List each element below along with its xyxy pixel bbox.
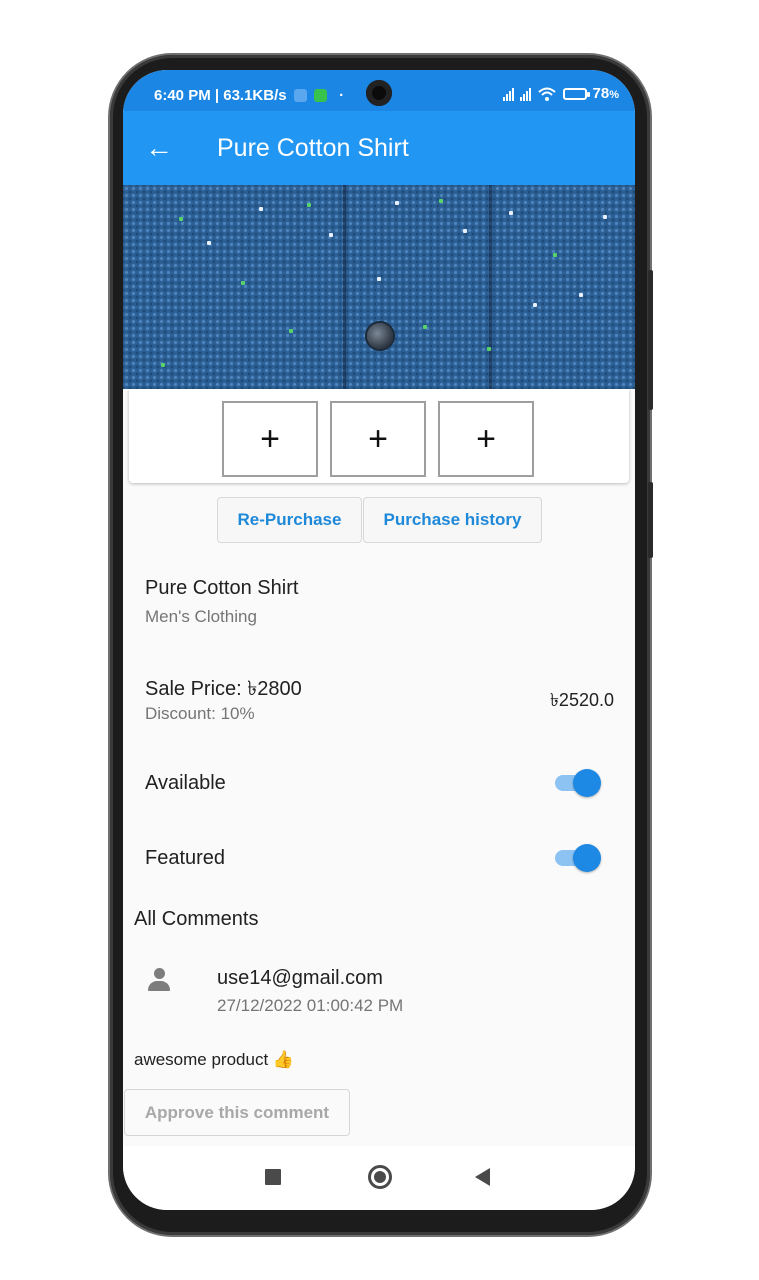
add-image-slot[interactable]: + — [330, 401, 426, 477]
status-right: 78% — [502, 85, 619, 102]
battery-charging-icon — [562, 87, 590, 100]
time-and-speed: 6:40 PM | 63.1KB/s — [154, 87, 287, 104]
recents-icon[interactable] — [265, 1169, 281, 1185]
battery-level: 78% — [592, 85, 619, 102]
app-bar: ← Pure Cotton Shirt — [123, 111, 635, 185]
status-separator: · — [339, 87, 345, 104]
screen: 6:40 PM | 63.1KB/s · 78% ← Pure Cotton S… — [123, 70, 635, 1210]
back-triangle-icon[interactable] — [475, 1168, 490, 1186]
add-image-slot[interactable]: + — [438, 401, 534, 477]
volume-button — [648, 270, 653, 410]
purchase-history-button[interactable]: Purchase history — [363, 497, 542, 543]
product-image — [123, 185, 635, 389]
toggle-thumb — [573, 769, 601, 797]
discount: Discount: 10% — [145, 704, 255, 723]
signal-icon — [519, 87, 531, 101]
page-title: Pure Cotton Shirt — [217, 134, 409, 162]
final-price: ৳2520.0 — [549, 690, 614, 710]
toggle-thumb — [573, 844, 601, 872]
status-bar: 6:40 PM | 63.1KB/s · 78% — [123, 70, 635, 111]
back-arrow-icon[interactable]: ← — [145, 133, 175, 163]
image-upload-card: + + + — [129, 389, 629, 483]
available-toggle[interactable] — [553, 769, 601, 797]
wifi-icon — [537, 87, 556, 101]
featured-label: Featured — [145, 847, 226, 869]
comments-heading: All Comments — [134, 908, 259, 930]
shirt-placket-seam — [343, 185, 346, 389]
product-category: Men's Clothing — [145, 607, 257, 626]
shirt-placket-seam — [489, 185, 492, 389]
shirt-button — [367, 323, 393, 349]
signal-icon — [502, 87, 514, 101]
featured-toggle[interactable] — [553, 844, 601, 872]
front-camera — [366, 80, 392, 106]
comment-timestamp: 27/12/2022 01:00:42 PM — [217, 996, 404, 1015]
android-icon — [313, 89, 327, 102]
add-image-slot[interactable]: + — [222, 401, 318, 477]
approve-comment-button[interactable]: Approve this comment — [124, 1089, 350, 1136]
power-button — [648, 482, 653, 558]
sale-price: Sale Price: ৳2800 — [145, 678, 302, 700]
person-icon — [147, 968, 171, 994]
available-label: Available — [145, 772, 226, 794]
comment-text: awesome product 👍 — [134, 1050, 295, 1069]
home-icon[interactable] — [368, 1165, 392, 1189]
system-nav-bar — [123, 1146, 635, 1210]
status-left: 6:40 PM | 63.1KB/s · — [154, 87, 344, 104]
notification-icon — [293, 89, 307, 102]
re-purchase-button[interactable]: Re-Purchase — [217, 497, 362, 543]
comment-author-email: use14@gmail.com — [217, 967, 383, 989]
product-name: Pure Cotton Shirt — [145, 577, 299, 599]
